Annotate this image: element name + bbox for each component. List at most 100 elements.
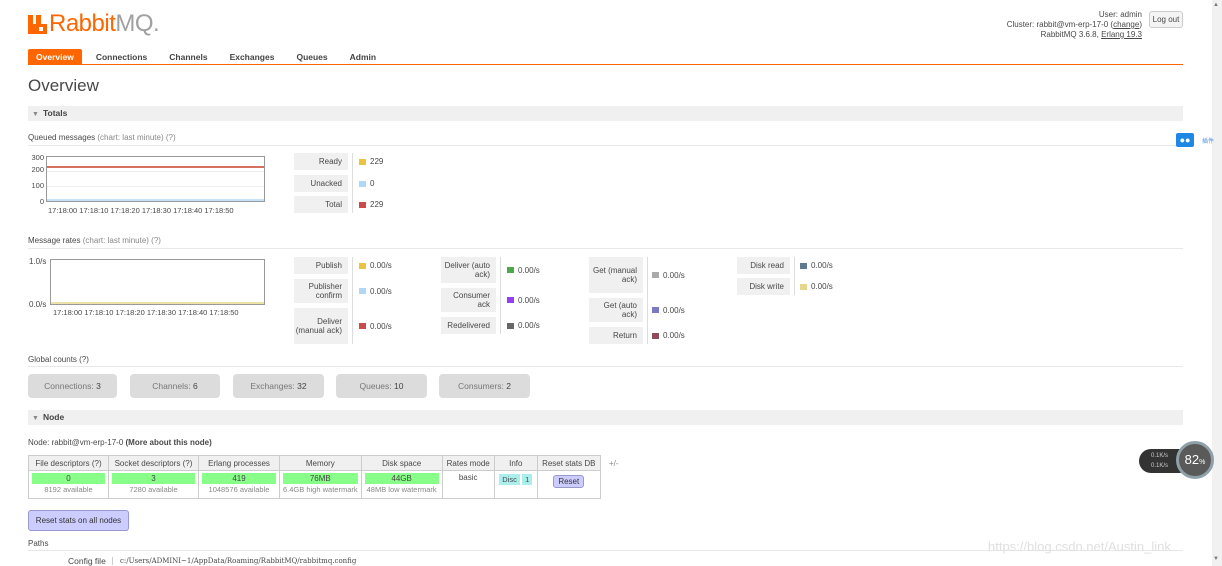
ready-swatch: [359, 158, 366, 165]
cluster-suffix: ): [1139, 20, 1142, 29]
deliver-manual-swatch: [359, 323, 366, 329]
rate-deliver-manual-value: 0.00/s: [359, 308, 392, 344]
erlang-version-link[interactable]: Erlang 19.3: [1101, 30, 1142, 39]
rate-consumer-ack-value: 0.00/s: [507, 288, 540, 312]
reset-stats-button[interactable]: Reset: [553, 475, 585, 488]
brand-rabbit: Rabbit: [49, 10, 116, 37]
rate-deliver-auto-value: 0.00/s: [507, 257, 540, 283]
col-info: Info: [493, 455, 538, 471]
legend-unacked-value: 0: [359, 175, 374, 192]
rate-disk-read-value: 0.00/s: [800, 257, 833, 274]
global-exchanges-button[interactable]: Exchanges: 32: [233, 374, 324, 398]
rate-return-label: Return: [589, 327, 643, 344]
disk-read-swatch: [800, 262, 807, 269]
baidu-plugin-icon[interactable]: ●●: [1176, 133, 1194, 147]
legend-ready-value: 229: [359, 153, 383, 170]
rate-deliver-manual-label: Deliver (manual ack): [294, 308, 348, 344]
unacked-swatch: [359, 180, 366, 187]
col-rates-mode: Rates mode: [441, 455, 495, 471]
node-section-header[interactable]: ▼ Node: [28, 410, 1183, 425]
rate-return-value: 0.00/s: [652, 327, 685, 344]
rates-mode-value: basic: [441, 470, 495, 499]
rate-publisher-confirm-label: Publisher confirm: [294, 279, 348, 303]
totals-section-header[interactable]: ▼ Totals: [28, 106, 1183, 121]
toggle-columns-link[interactable]: +/-: [609, 459, 619, 468]
disk-write-swatch: [800, 283, 807, 290]
disc-badge: Disc: [499, 474, 520, 485]
legend-unacked-label: Unacked: [294, 175, 348, 192]
legend-separator: [794, 257, 795, 295]
global-connections-button[interactable]: Connections: 3: [28, 374, 117, 398]
global-counts-label: Global counts (?): [28, 355, 89, 364]
tab-connections[interactable]: Connections: [88, 49, 155, 65]
page-title: Overview: [28, 76, 99, 95]
x-ticks: 17:18:00 17:18:10 17:18:20 17:18:30 17:1…: [48, 206, 234, 215]
legend-total-value: 229: [359, 196, 383, 213]
tab-channels[interactable]: Channels: [161, 49, 215, 65]
consumer-ack-swatch: [507, 297, 514, 303]
tab-queues[interactable]: Queues: [288, 49, 335, 65]
rates-x-ticks: 17:18:00 17:18:10 17:18:20 17:18:30 17:1…: [53, 308, 239, 317]
node-name-label: Node: rabbit@vm-erp-17-0 (More about thi…: [28, 438, 212, 447]
scroll-up-arrow-icon[interactable]: ▲: [1213, 2, 1219, 8]
brand-mq: MQ: [115, 10, 154, 37]
y-tick: 100: [31, 181, 44, 190]
more-about-node-link[interactable]: (More about this node): [126, 438, 212, 447]
paths-label: Paths: [28, 539, 49, 548]
user-line: User: admin: [1098, 10, 1142, 19]
y-tick: 300: [31, 153, 44, 162]
memory-watermark: 6.4GB high watermark: [283, 485, 358, 494]
logout-button[interactable]: Log out: [1149, 11, 1183, 28]
queued-messages-chart: [46, 156, 265, 202]
rate-get-auto-label: Get (auto ack): [589, 298, 643, 322]
info-count-badge: 1: [522, 474, 533, 485]
rate-publisher-confirm-value: 0.00/s: [359, 279, 392, 303]
legend-ready-label: Ready: [294, 153, 348, 170]
tab-overview[interactable]: Overview: [28, 49, 82, 65]
legend-separator: [352, 257, 353, 344]
tab-exchanges[interactable]: Exchanges: [222, 49, 283, 65]
scroll-down-arrow-icon[interactable]: ▼: [1213, 556, 1219, 562]
global-channels-button[interactable]: Channels: 6: [130, 374, 220, 398]
version-text: RabbitMQ 3.6.8,: [1040, 30, 1102, 39]
rabbitmq-logo: RabbitMQ.: [28, 10, 160, 37]
change-cluster-link[interactable]: change: [1113, 20, 1139, 29]
download-speed: 0.1K/s: [1151, 463, 1169, 469]
rate-get-auto-value: 0.00/s: [652, 298, 685, 322]
rates-y-bottom: 0.0/s: [29, 300, 47, 309]
rabbit-logo-icon: [28, 14, 47, 34]
totals-title: Totals: [42, 108, 68, 118]
redelivered-swatch: [507, 322, 514, 329]
legend-separator: [500, 257, 501, 334]
tab-admin[interactable]: Admin: [342, 49, 384, 65]
message-rates-chart: [50, 259, 265, 305]
global-queues-button[interactable]: Queues: 10: [336, 374, 427, 398]
rate-redelivered-value: 0.00/s: [507, 317, 540, 334]
get-manual-swatch: [652, 272, 659, 278]
divider: [28, 248, 1183, 249]
col-disk-space: Disk space: [360, 455, 443, 471]
plugin-label[interactable]: 插件: [1202, 136, 1214, 145]
rate-get-manual-label: Get (manual ack): [589, 257, 643, 293]
rate-disk-write-label: Disk write: [737, 278, 790, 295]
col-erlang-processes: Erlang processes: [198, 455, 280, 471]
legend-separator: [352, 153, 353, 213]
global-consumers-button[interactable]: Consumers: 2: [439, 374, 530, 398]
cluster-prefix: Cluster: rabbit@vm-erp-17-0 (: [1006, 20, 1114, 29]
network-speed-widget[interactable]: 0.1K/s 0.1K/s 82%: [1139, 441, 1214, 479]
vertical-scrollbar[interactable]: [1212, 0, 1222, 566]
rate-disk-read-label: Disk read: [737, 257, 790, 274]
memory-bar: 76MB: [283, 473, 358, 484]
fd-bar: 0: [32, 473, 105, 484]
watermark: https://blog.csdn.net/Austin_link: [988, 539, 1171, 554]
deliver-auto-swatch: [507, 267, 514, 273]
disk-bar: 44GB: [364, 473, 439, 484]
get-auto-swatch: [652, 307, 659, 313]
publisher-confirm-swatch: [359, 288, 366, 294]
reset-stats-all-nodes-button[interactable]: Reset stats on all nodes: [28, 510, 129, 531]
queued-messages-label: Queued messages (chart: last minute) (?): [28, 133, 176, 142]
rate-disk-write-value: 0.00/s: [800, 278, 833, 295]
main-tabs: Overview Connections Channels Exchanges …: [28, 49, 390, 65]
y-tick: 200: [31, 165, 44, 174]
disk-watermark: 48MB low watermark: [366, 485, 437, 494]
